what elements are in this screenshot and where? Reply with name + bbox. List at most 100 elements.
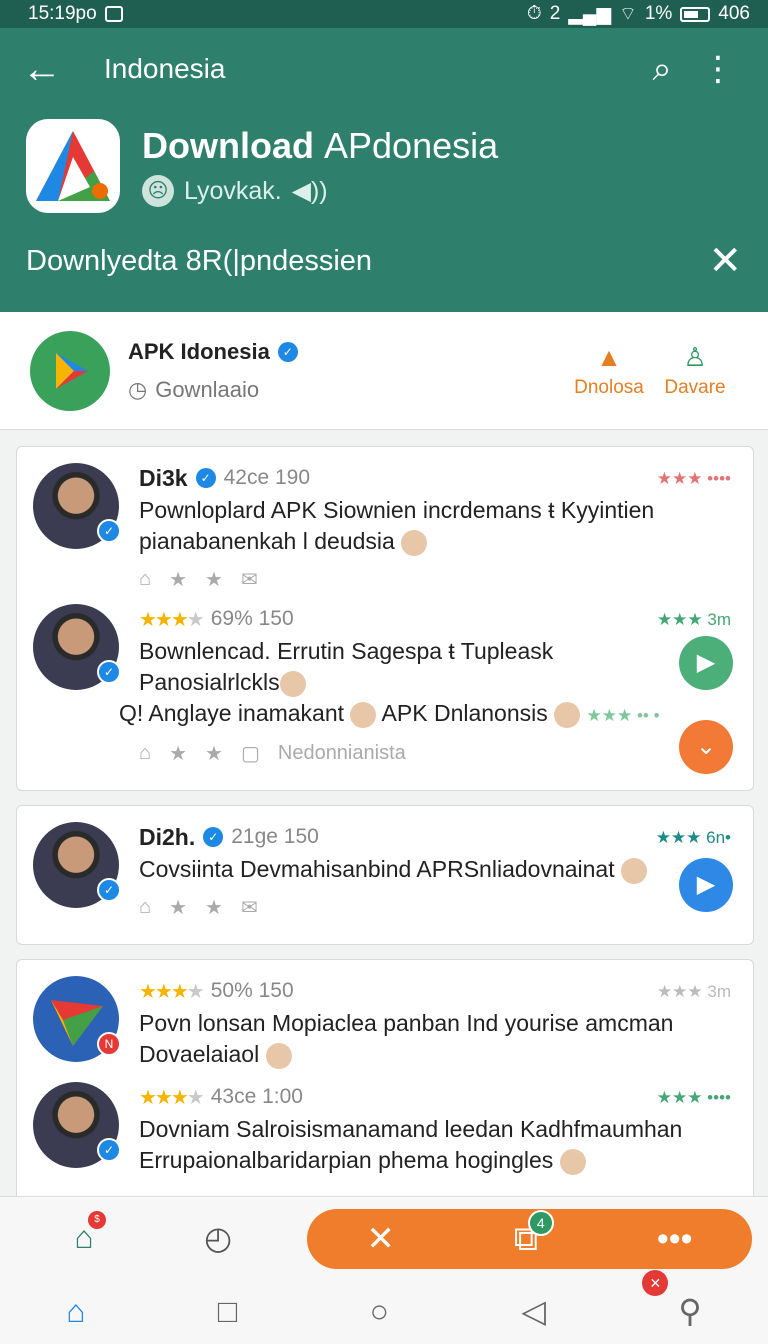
post-extra-rating: ★★★ •• • [586,706,660,725]
download-button[interactable]: ⌄ [679,720,733,774]
post[interactable]: ✓ ★★★★ 69% 150 Bownlencad. Errutin Sages… [17,602,753,776]
post-text-line: Povn lonsan Mopiaclea panban Ind yourise… [139,1010,674,1036]
app-title-bold: Download [142,125,324,166]
avatar[interactable]: N [33,976,121,1062]
emoji-icon [265,1042,292,1069]
emoji-icon [554,701,581,728]
emoji-icon [350,701,377,728]
store-home-icon[interactable]: ⌂ $ [34,1211,134,1256]
post-author[interactable]: Di2h. [139,824,195,851]
square-icon[interactable]: □ [218,1293,237,1330]
star-icon[interactable]: ★ [169,567,187,592]
post[interactable]: N ★★★★ 50% 150 Povn lonsan Mopiaclea pan… [17,974,753,1080]
feed[interactable]: ✓ Di3k ✓ 42ce 190 Pownloplard APK Siowni… [0,430,768,1196]
app-logo-icon [36,131,110,201]
mail-icon[interactable]: ✉ [241,895,258,920]
back-arrow-icon[interactable]: ← [22,49,82,89]
close-badge-icon: ✕ [642,1270,669,1296]
back-triangle-icon[interactable]: ◁ [521,1292,546,1330]
star-icon[interactable]: ★ [169,741,187,766]
post-text-line: Panosialrlckls [139,669,280,695]
play-button[interactable]: ▶ [679,858,733,912]
ticket-count: 4 [527,1209,554,1236]
post-meta: 69% 150 [210,607,294,630]
user-icon: ♙ [683,342,707,372]
app-subtitle: Lyovkak. [184,176,282,205]
star-icon[interactable]: ★ [205,895,223,920]
post-rating: ★★★ •••• [656,1088,731,1107]
star-icon[interactable]: ★ [169,895,187,920]
app-title: Download APdonesia [142,125,498,167]
post[interactable]: ✓ Di3k ✓ 42ce 190 Pownloplard APK Siowni… [17,461,753,602]
post-rating: ★★★ 6n• [655,828,731,847]
toolbar: ← Indonesia ⌕ ⋮ [0,28,768,110]
app-hero: Download APdonesia ☹ Lyovkak. ◀)) [0,110,768,214]
verified-badge-icon: ✓ [97,878,121,902]
circle-icon[interactable]: ○ [370,1293,389,1330]
avatar[interactable]: ✓ [33,604,121,690]
status-time: 15:19po [28,3,97,24]
post-text-line: Dovaelaiaol [139,1041,260,1067]
search-user-icon[interactable]: ⚲ ✕ [642,1270,702,1330]
home-icon[interactable]: ⌂ [66,1293,85,1330]
verified-icon: ✓ [195,468,216,488]
star-rating-icon: ★★★★ [139,1086,205,1109]
play-store-icon [56,352,88,389]
screenshot-icon [104,6,123,22]
ticket-icon[interactable]: ⧉ 4 [514,1209,554,1259]
search-icon[interactable]: ⌕ [634,50,690,89]
publisher-action-download[interactable]: ▲ Dnolosa [566,342,652,399]
publisher-action-save[interactable]: ♙ Davare [652,342,738,399]
banner-text: Downlyedta 8R(|pndessien [26,244,373,277]
post-action-label[interactable]: Nedonnianista [278,742,406,765]
feed-card: ✓ Di2h. ✓ 21ge 150 Covsiinta Devmahisanb… [16,805,754,945]
cancel-icon[interactable]: ✕ [366,1219,395,1259]
avatar[interactable]: ✓ [33,463,121,549]
star-icon[interactable]: ★ [205,567,223,592]
post-text-line: Errupaionalbaridarpian phema hogingles [139,1147,554,1173]
share-icon[interactable]: ⌂ [139,742,151,765]
emoji-icon [621,857,648,884]
post-text-line: Covsiinta Devmahisanbind APRSnliadovnain… [139,856,615,882]
timer-icon[interactable]: ◴ [168,1219,268,1257]
notification-dot-icon: $ [88,1211,106,1229]
post-meta: 43ce 1:00 [210,1085,303,1108]
post-author[interactable]: Di3k [139,465,188,492]
verified-badge-icon: ✓ [97,519,121,543]
publisher-action-2-label: Davare [664,377,726,398]
close-icon[interactable]: ✕ [708,238,742,284]
verified-badge-icon: ✓ [97,660,121,684]
post[interactable]: ✓ Di2h. ✓ 21ge 150 Covsiinta Devmahisanb… [17,820,753,930]
avatar[interactable]: ✓ [33,822,121,908]
more-vert-icon[interactable]: ⋮ [690,49,746,89]
action-pill: ✕ ⧉ 4 ••• [307,1209,752,1269]
post[interactable]: ✓ ★★★★ 43ce 1:00 Dovniam Salroisismanama… [17,1080,753,1186]
emoji-icon [279,670,306,697]
star-icon[interactable]: ★ [205,741,223,766]
share-icon[interactable]: ⌂ [139,568,151,591]
signal-label: 2 [549,3,561,24]
post-text: Povn lonsan Mopiaclea panban Ind yourise… [139,1008,739,1070]
more-horiz-icon[interactable]: ••• [657,1220,693,1259]
post-text: Bownlencad. Errutin Sagespa ŧ Tupleask P… [119,636,739,731]
mail-icon[interactable]: ✉ [241,567,258,592]
post-text-line: Bownlencad. Errutin Sagespa ŧ Tupleask [139,638,554,664]
play-button[interactable]: ▶ [679,636,733,690]
post-rating: ★★★ 3m [656,982,731,1001]
publisher-row[interactable]: APK Idonesia ✓ ◷ Gownlaaio ▲ Dnolosa ♙ Dav… [0,312,768,430]
app-title-thin: APdonesia [324,125,499,166]
status-bar: 15:19po ⏱ 2 ▂▄▆ ⌔ 1% 406 [0,0,768,28]
share-icon[interactable]: ⌂ [139,896,151,919]
publisher-name: APK Idonesia [128,338,270,364]
avatar[interactable]: ✓ [33,1082,121,1168]
clock-icon: ◷ [128,376,148,402]
comment-icon[interactable]: ▢ [241,741,260,766]
post-text-line: Anglaye inamakant [148,700,345,726]
alarm-icon: ⏱ [526,3,542,24]
speaker-icon[interactable]: ◀)) [292,176,328,206]
wifi-icon: ⌔ [618,4,637,25]
system-nav-bar: ⌂ □ ○ ◁ ⚲ ✕ [0,1270,768,1344]
battery-level: 1% [644,3,673,24]
toolbar-title: Indonesia [104,53,226,84]
post-meta: 42ce 190 [223,466,311,489]
